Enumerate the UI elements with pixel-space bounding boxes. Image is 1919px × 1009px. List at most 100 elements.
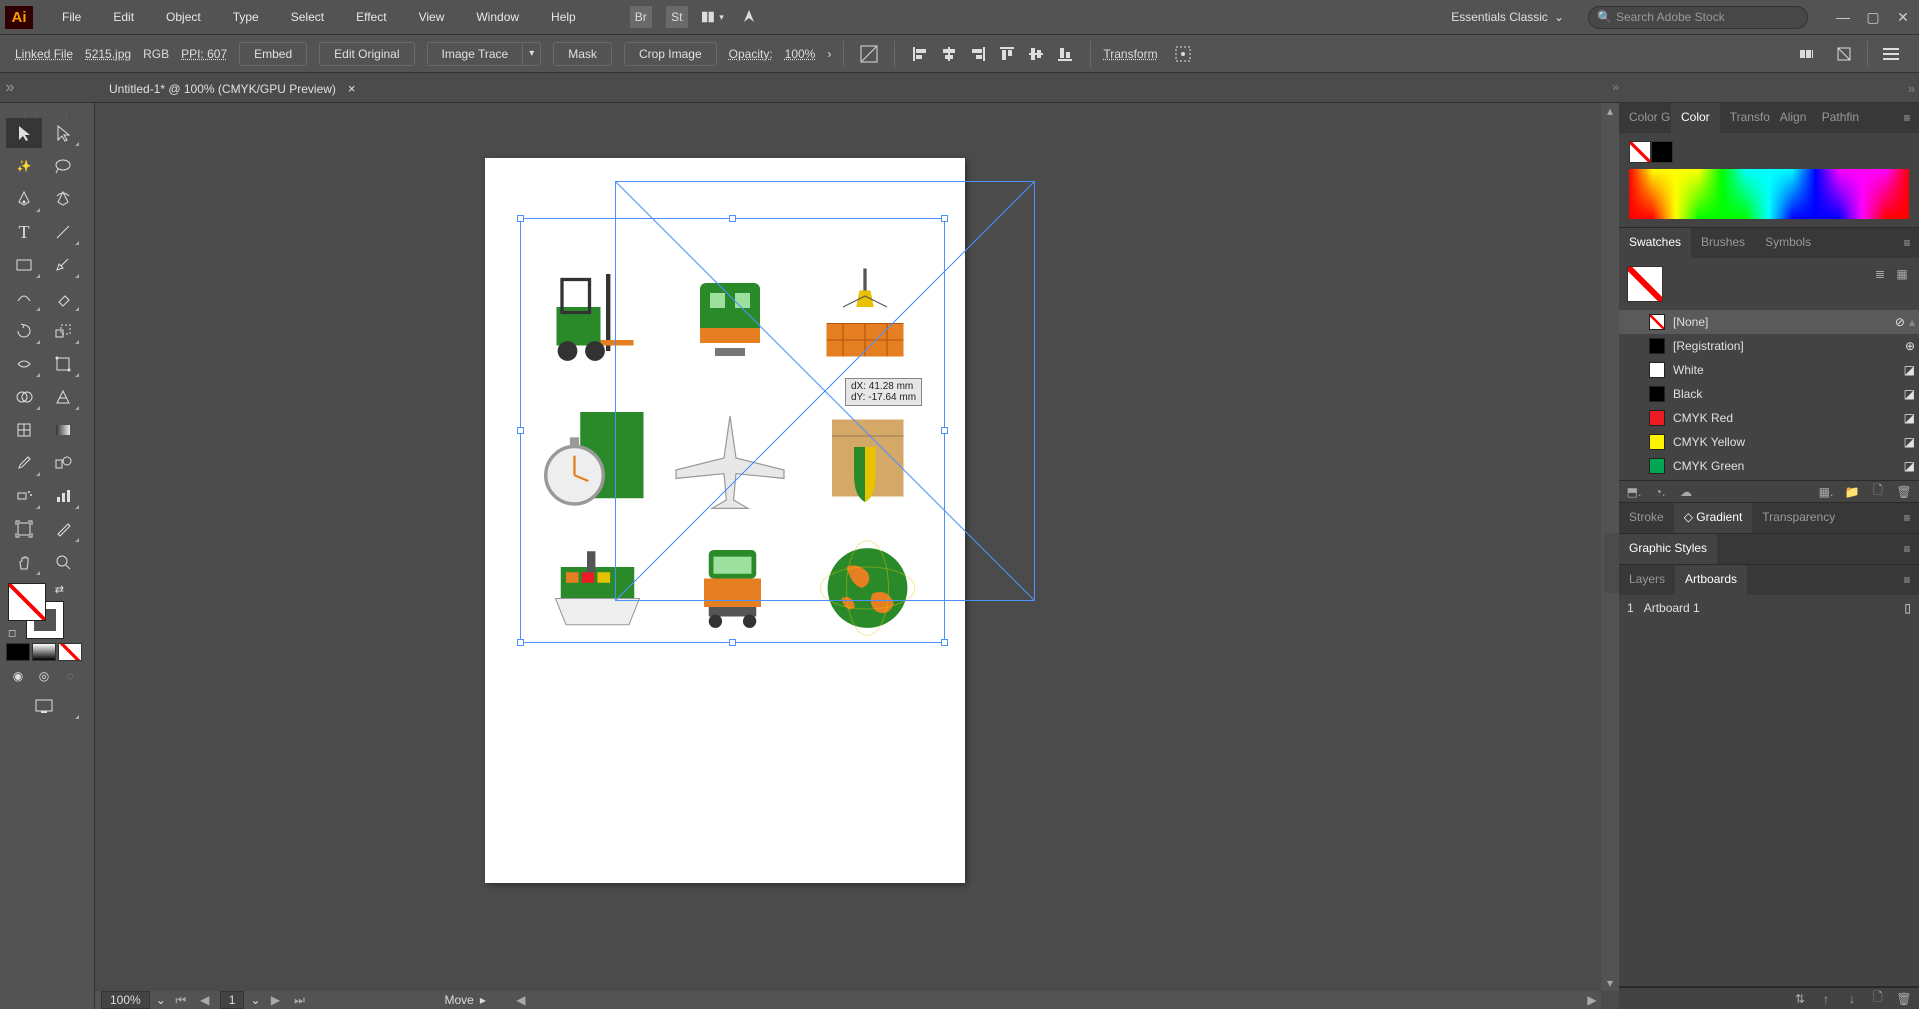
control-panel-menu-icon[interactable] xyxy=(1878,41,1904,67)
align-right-icon[interactable] xyxy=(965,41,991,67)
panel-collapse-handle[interactable] xyxy=(1604,533,1619,593)
edit-original-button[interactable]: Edit Original xyxy=(319,42,414,66)
menu-select[interactable]: Select xyxy=(277,4,338,30)
rotate-tool[interactable] xyxy=(6,316,42,346)
delete-artboard-icon[interactable]: 🗑 xyxy=(1895,991,1913,1007)
symbol-sprayer-tool[interactable] xyxy=(6,481,42,511)
new-artboard-icon[interactable]: 🗋 xyxy=(1869,991,1887,1007)
swatch-kind-icon[interactable]: ◔. xyxy=(1651,484,1669,500)
selection-tool[interactable] xyxy=(6,118,42,148)
color-spectrum[interactable] xyxy=(1629,169,1909,219)
first-artboard-icon[interactable]: ⏮ xyxy=(172,992,190,1008)
linked-file-label[interactable]: Linked File xyxy=(15,47,73,61)
prev-artboard-icon[interactable]: ◀ xyxy=(196,992,214,1008)
new-color-group-icon[interactable]: 📁 xyxy=(1843,484,1861,500)
reorder-icon[interactable]: ⇅ xyxy=(1791,991,1809,1007)
transform-bounds-icon[interactable] xyxy=(1170,41,1196,67)
swatch-item-registration[interactable]: [Registration]⊕ xyxy=(1619,334,1919,358)
curvature-tool[interactable] xyxy=(45,184,81,214)
transform-label[interactable]: Transform xyxy=(1103,47,1157,61)
align-vcenter-icon[interactable] xyxy=(1023,41,1049,67)
panel-menu-icon[interactable]: ≡ xyxy=(1895,534,1919,564)
window-minimize-button[interactable]: — xyxy=(1832,8,1854,26)
gradient-tool[interactable] xyxy=(45,415,81,445)
align-left-icon[interactable] xyxy=(907,41,933,67)
window-maximize-button[interactable]: ▢ xyxy=(1862,8,1884,26)
slice-tool[interactable] xyxy=(45,514,81,544)
zoom-chevron-icon[interactable]: ⌄ xyxy=(156,993,166,1007)
handle-bl[interactable] xyxy=(517,639,524,646)
scroll-left-icon[interactable]: ◀ xyxy=(512,992,530,1008)
artboard-tool[interactable] xyxy=(6,514,42,544)
bridge-icon[interactable]: Br xyxy=(630,6,652,28)
stock-icon[interactable]: St xyxy=(666,6,688,28)
menu-type[interactable]: Type xyxy=(219,4,273,30)
blend-tool[interactable] xyxy=(45,448,81,478)
workspace-switcher[interactable]: Essentials Classic ⌄ xyxy=(1441,10,1574,24)
image-trace-button[interactable]: Image Trace xyxy=(428,43,524,65)
rectangle-tool[interactable] xyxy=(6,250,42,280)
move-down-icon[interactable]: ↓ xyxy=(1843,991,1861,1007)
hand-tool[interactable] xyxy=(6,547,42,577)
magic-wand-tool[interactable]: ✨ xyxy=(6,151,42,181)
handle-tl[interactable] xyxy=(517,215,524,222)
pen-tool[interactable] xyxy=(6,184,42,214)
status-chevron-icon[interactable]: ▸ xyxy=(480,993,486,1007)
arrange-docs-icon[interactable]: ▾ xyxy=(702,6,724,28)
menu-file[interactable]: File xyxy=(48,4,95,30)
screen-mode-icon[interactable] xyxy=(6,691,81,721)
window-close-button[interactable]: ✕ xyxy=(1892,8,1914,26)
zoom-tool[interactable] xyxy=(45,547,81,577)
delete-swatch-icon[interactable]: 🗑 xyxy=(1895,484,1913,500)
gpu-rocket-icon[interactable] xyxy=(738,6,760,28)
align-hcenter-icon[interactable] xyxy=(936,41,962,67)
handle-ml[interactable] xyxy=(517,427,524,434)
handle-br[interactable] xyxy=(941,639,948,646)
chevron-down-icon[interactable]: ▾ xyxy=(523,48,540,59)
opacity-more-icon[interactable]: › xyxy=(827,47,831,61)
tab-artboards[interactable]: Artboards xyxy=(1675,565,1747,595)
tab-align[interactable]: Align xyxy=(1770,103,1812,133)
scroll-up-icon[interactable]: ▴ xyxy=(1601,103,1619,119)
menu-view[interactable]: View xyxy=(405,4,459,30)
handle-tr[interactable] xyxy=(941,215,948,222)
ppi-label[interactable]: PPI: 607 xyxy=(181,47,227,61)
fill-none-swatch[interactable] xyxy=(1629,141,1651,163)
scale-tool[interactable] xyxy=(45,316,81,346)
fill-swatch[interactable] xyxy=(8,583,46,621)
opacity-value[interactable]: 100% xyxy=(785,47,816,61)
search-stock-input[interactable]: 🔍 Search Adobe Stock xyxy=(1588,6,1808,29)
swatch-item-green[interactable]: CMYK Green◪ xyxy=(1619,454,1919,478)
mask-button[interactable]: Mask xyxy=(553,42,612,66)
grid-view-icon[interactable]: ▦ xyxy=(1893,266,1911,282)
isolate-icon[interactable] xyxy=(856,41,882,67)
swatch-item-cyan[interactable]: CMYK Cyan▾ xyxy=(1619,478,1919,480)
artboard-number[interactable]: 1 xyxy=(220,991,245,1009)
scroll-down-icon[interactable]: ▾ xyxy=(1601,975,1619,991)
selection-bounds[interactable] xyxy=(520,218,945,643)
swap-fill-stroke-icon[interactable]: ⇄ xyxy=(55,583,64,596)
next-artboard-icon[interactable]: ▶ xyxy=(267,992,285,1008)
fill-stroke-control[interactable]: ⇄ ◻ xyxy=(8,583,64,639)
type-tool[interactable]: T xyxy=(6,217,42,247)
line-tool[interactable] xyxy=(45,217,81,247)
stroke-color-swatch[interactable] xyxy=(1651,141,1673,163)
align-top-icon[interactable] xyxy=(994,41,1020,67)
embed-button[interactable]: Embed xyxy=(239,42,307,66)
swatch-item-none[interactable]: [None]⊘▴ xyxy=(1619,310,1919,334)
tab-layers[interactable]: Layers xyxy=(1619,565,1675,595)
panel-menu-icon[interactable]: ≡ xyxy=(1895,103,1919,133)
swatch-library-icon[interactable]: ⬒. xyxy=(1625,484,1643,500)
tab-symbols[interactable]: Symbols xyxy=(1755,228,1821,258)
crop-image-button[interactable]: Crop Image xyxy=(624,42,717,66)
eraser-tool[interactable] xyxy=(45,283,81,313)
tab-overflow-icon[interactable]: » xyxy=(1612,80,1619,94)
panel-menu-icon[interactable]: ≡ xyxy=(1895,228,1919,258)
align-bottom-icon[interactable] xyxy=(1052,41,1078,67)
panel-menu-icon[interactable]: ≡ xyxy=(1895,565,1919,595)
mesh-tool[interactable] xyxy=(6,415,42,445)
handle-tc[interactable] xyxy=(729,215,736,222)
scroll-right-icon[interactable]: ▶ xyxy=(1583,992,1601,1008)
scroll-up-icon[interactable]: ▴ xyxy=(1909,315,1915,329)
lasso-tool[interactable] xyxy=(45,151,81,181)
